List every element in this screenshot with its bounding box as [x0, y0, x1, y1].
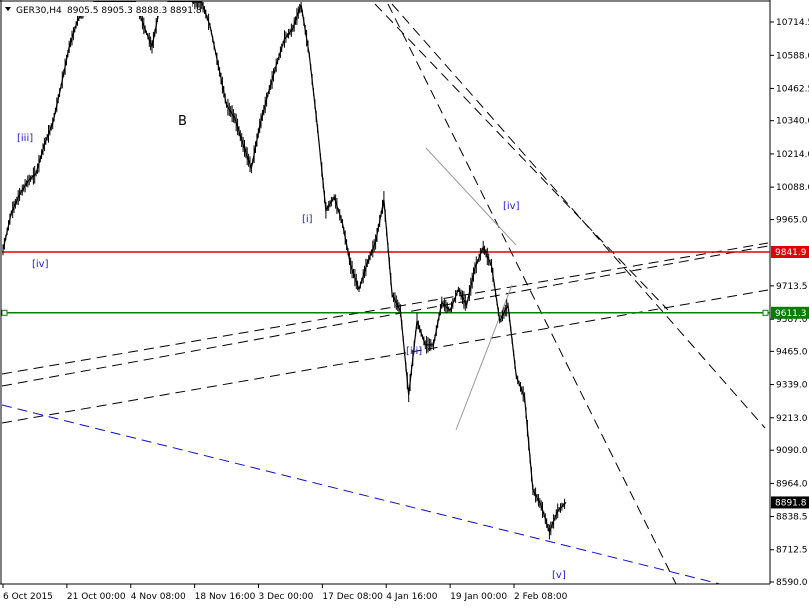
- time-axis: 6 Oct 2015 21 Oct 00:00 4 Nov 08:00 18 Nov …: [2, 584, 568, 602]
- time-tick-label: 21 Oct 00:00: [67, 592, 126, 602]
- price-tick-label: 9965.0: [776, 216, 808, 226]
- green-level-handle-right[interactable]: [762, 309, 769, 316]
- green-level-tag: 9611.3: [771, 306, 809, 319]
- price-tick-label: 10588.0: [776, 51, 809, 61]
- wave-label-iii-left[interactable]: [iii]: [17, 133, 33, 144]
- time-tick-label: 17 Dec 08:00: [322, 592, 383, 602]
- price-tick-label: 9465.0: [776, 347, 808, 357]
- trendline-channel-upper-1[interactable]: [1, 242, 769, 375]
- red-level-tag: 9841.9: [771, 246, 809, 259]
- wave-label-iv-right[interactable]: [iv]: [503, 201, 520, 212]
- time-tick-label: 4 Jan 16:00: [386, 592, 438, 602]
- chart-canvas[interactable]: 10714.5 10588.0 10462.5 10340.0 10214.0 10088…: [0, 0, 809, 607]
- price-tick-label: 9090.0: [776, 446, 808, 456]
- price-tick-label: 10714.5: [776, 18, 809, 28]
- price-tick-label: 8590.0: [776, 578, 808, 588]
- time-tick-label: 3 Dec 00:00: [259, 592, 314, 602]
- green-level-handle-left[interactable]: [1, 309, 8, 316]
- price-tick-label: 8712.5: [776, 546, 808, 556]
- trendline-thin-grey-down[interactable]: [425, 147, 517, 246]
- price-tick-label: 10462.5: [776, 84, 809, 94]
- wave-label-iii-mid[interactable]: [iii]: [406, 346, 422, 357]
- trendline-channel-upper-2[interactable]: [1, 245, 769, 387]
- price-tick-label: 9213.0: [776, 414, 808, 424]
- trading-chart[interactable]: 10714.5 10588.0 10462.5 10340.0 10214.0 10088…: [0, 0, 809, 607]
- price-tick-label: 9339.0: [776, 381, 808, 391]
- price-tick-label: 10088.0: [776, 183, 809, 193]
- ohlc-readout: 8905.5 8905.3 8888.3 8891.8: [67, 6, 202, 16]
- green-level-tag-text: 9611.3: [775, 309, 807, 319]
- wave-label-i[interactable]: [i]: [302, 214, 313, 225]
- red-level-tag-text: 9841.9: [775, 248, 807, 258]
- time-tick-label: 4 Nov 08:00: [131, 592, 186, 602]
- trendlines-group[interactable]: [1, 3, 769, 585]
- price-line: [2, 1, 567, 534]
- trendline-blue-support[interactable]: [1, 404, 721, 585]
- time-tick-label: 2 Feb 08:00: [514, 592, 568, 602]
- time-tick-label: 19 Jan 00:00: [450, 592, 507, 602]
- trendline-channel-lower[interactable]: [1, 289, 769, 424]
- price-tick-label: 8838.5: [776, 512, 808, 522]
- price-tick-label: 10340.0: [776, 117, 809, 127]
- price-tick-label: 10214.0: [776, 150, 809, 160]
- price-tick-label: 9713.5: [776, 282, 808, 292]
- time-tick-label: 18 Nov 16:00: [195, 592, 256, 602]
- trendline-dashed-steep[interactable]: [387, 3, 677, 585]
- time-tick-label: 6 Oct 2015: [3, 592, 53, 602]
- price-series: [2, 1, 567, 540]
- current-price-tag-text: 8891.8: [775, 498, 807, 508]
- trendline-dashed-mid[interactable]: [374, 3, 669, 311]
- wave-label-iv-left[interactable]: [iv]: [32, 259, 49, 270]
- wave-label-B[interactable]: B: [178, 114, 187, 129]
- current-price-tag: 8891.8: [771, 496, 809, 509]
- price-tick-label: 8964.0: [776, 479, 808, 489]
- wave-label-v[interactable]: [v]: [552, 570, 566, 581]
- symbol-label: GER30,H4: [16, 6, 62, 16]
